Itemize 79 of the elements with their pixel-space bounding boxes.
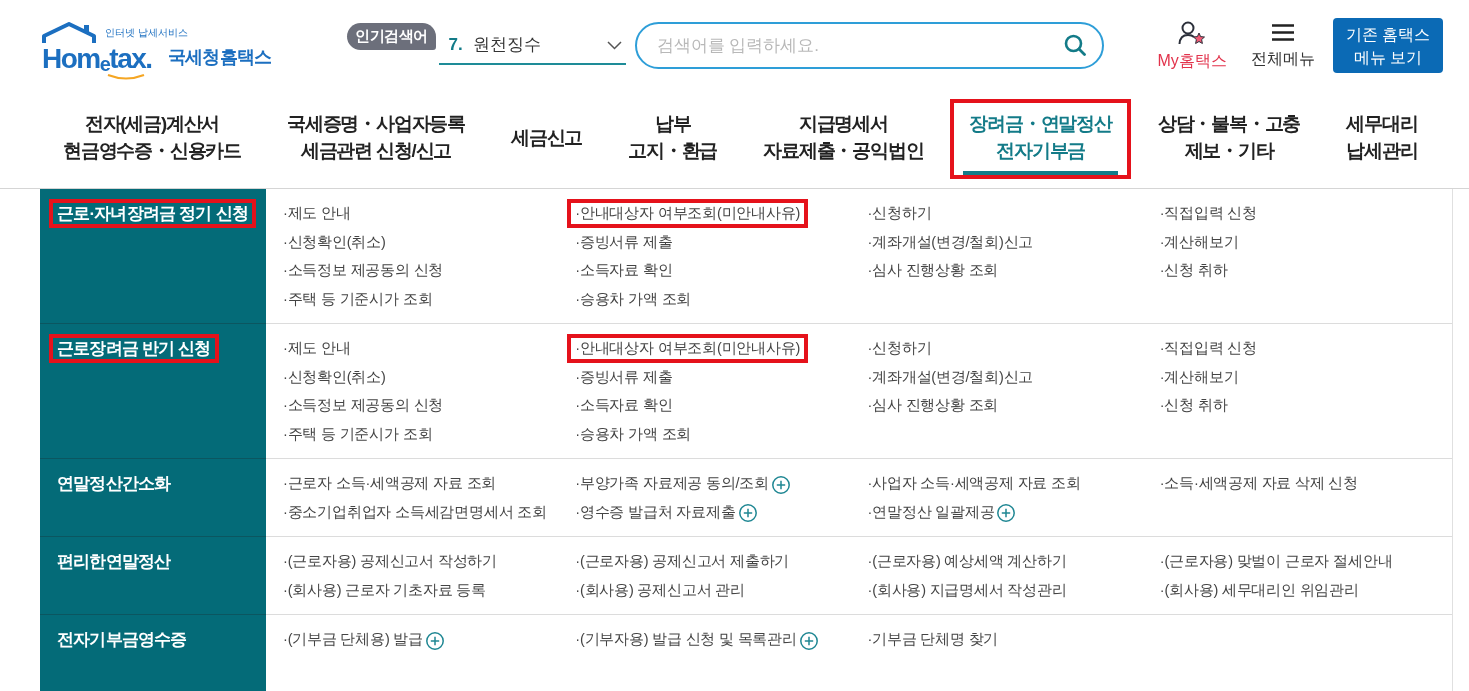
- section-title: 근로·자녀장려금 정기 신청: [57, 203, 248, 224]
- nav-tab[interactable]: 지급명세서 자료제출・공익법인: [757, 103, 930, 175]
- menu-link[interactable]: ·(근로자용) 공제신고서 작성하기: [283, 551, 497, 572]
- menu-link[interactable]: ·소득정보 제공동의 신청: [283, 260, 444, 281]
- menu-link[interactable]: ·(회사용) 세무대리인 위임관리: [1159, 579, 1359, 600]
- menu-link[interactable]: ·신청 취하: [1159, 395, 1228, 416]
- menu-link[interactable]: ·소득자료 확인: [575, 260, 673, 281]
- logo-name: 국세청홈택스: [168, 46, 272, 68]
- menu-link[interactable]: ·(기부자용) 발급 신청 및 목록관리: [575, 629, 797, 650]
- menu-link[interactable]: ·(회사용) 근로자 기초자료 등록: [283, 579, 486, 600]
- menu-link[interactable]: ·직접입력 신청: [1159, 338, 1257, 359]
- plus-circle-icon[interactable]: [799, 631, 818, 650]
- menu-link[interactable]: ·증빙서류 제출: [575, 231, 673, 252]
- menu-link[interactable]: ·제도 안내: [283, 338, 351, 359]
- menu-link[interactable]: ·신청하기: [867, 203, 932, 224]
- popular-search-dropdown[interactable]: 7. 원천징수: [438, 27, 626, 65]
- nav-tab[interactable]: 국세증명・사업자등록 세금관련 신청/신고: [281, 103, 472, 175]
- section-title: 연말정산간소화: [57, 473, 171, 494]
- nav-tab[interactable]: 장려금・연말정산 전자기부금: [963, 103, 1118, 175]
- menu-link[interactable]: ·주택 등 기준시가 조회: [283, 288, 433, 309]
- legacy-menu-button[interactable]: 기존 홈택스 메뉴 보기: [1332, 18, 1443, 73]
- menu-link[interactable]: ·계좌개설(변경/철회)신고: [867, 231, 1034, 252]
- menu-link[interactable]: ·(회사용) 공제신고서 관리: [575, 579, 745, 600]
- nav-tab[interactable]: 상담・불복・고충 제보・기타: [1151, 103, 1307, 175]
- plus-circle-icon[interactable]: [425, 631, 444, 650]
- menu-link[interactable]: ·기부금 단체명 찾기: [867, 629, 999, 650]
- menu-link[interactable]: ·사업자 소득·세액공제 자료 조회: [867, 473, 1081, 494]
- all-menu-link[interactable]: 전체메뉴: [1250, 24, 1315, 69]
- menu-link[interactable]: ·안내대상자 여부조회(미안내사유): [575, 203, 801, 224]
- menu-link[interactable]: ·직접입력 신청: [1159, 203, 1257, 224]
- logo-tagline: 인터넷 납세서비스: [105, 27, 188, 38]
- chevron-down-icon: [606, 40, 622, 50]
- menu-link[interactable]: ·(근로자용) 공제신고서 제출하기: [575, 551, 790, 572]
- menu-link[interactable]: ·소득자료 확인: [575, 395, 673, 416]
- plus-circle-icon[interactable]: [738, 504, 757, 523]
- menu-link[interactable]: ·안내대상자 여부조회(미안내사유): [575, 338, 801, 359]
- menu-link[interactable]: ·계산해보기: [1159, 366, 1239, 387]
- logo-wordmark: Hom$_{e}$tax.: [42, 44, 153, 73]
- menu-link[interactable]: ·연말정산 일괄제공: [867, 501, 995, 522]
- menu-link[interactable]: ·증빙서류 제출: [575, 366, 673, 387]
- search-button[interactable]: [1063, 34, 1086, 56]
- menu-link[interactable]: ·계좌개설(변경/철회)신고: [867, 366, 1034, 387]
- menu-link[interactable]: ·승용차 가액 조회: [575, 288, 692, 309]
- user-star-icon: [1178, 21, 1207, 45]
- menu-icon: [1271, 24, 1294, 41]
- menu-link[interactable]: ·심사 진행상황 조회: [867, 395, 999, 416]
- section-title: 근로장려금 반기 신청: [57, 338, 211, 359]
- menu-link[interactable]: ·심사 진행상황 조회: [867, 260, 999, 281]
- my-hometax-link[interactable]: My홈택스: [1157, 21, 1227, 71]
- nav-tab[interactable]: 전자(세금)계산서 현금영수증・신용카드: [57, 103, 247, 175]
- menu-link[interactable]: ·신청하기: [867, 338, 932, 359]
- section-title: 편리한연말정산: [57, 551, 171, 572]
- menu-link[interactable]: ·신청확인(취소): [283, 231, 386, 252]
- menu-link[interactable]: ·(기부금 단체용) 발급: [283, 629, 423, 650]
- nav-tab[interactable]: 세무대리 납세관리: [1340, 103, 1424, 175]
- plus-circle-icon[interactable]: [771, 475, 790, 494]
- menu-link[interactable]: ·계산해보기: [1159, 231, 1239, 252]
- section-title: 전자기부금영수증: [57, 629, 187, 650]
- menu-link[interactable]: ·신청확인(취소): [283, 366, 386, 387]
- popular-search-label: 인기검색어: [347, 23, 436, 50]
- search-field[interactable]: 검색어를 입력하세요.: [634, 22, 1104, 69]
- menu-link[interactable]: ·근로자 소득·세액공제 자료 조회: [283, 473, 497, 494]
- smile-arc-icon: [106, 74, 146, 80]
- menu-link[interactable]: ·신청 취하: [1159, 260, 1228, 281]
- nav-tab[interactable]: 세금신고: [505, 103, 589, 175]
- menu-link[interactable]: ·영수증 발급처 자료제출: [575, 501, 736, 522]
- menu-link[interactable]: ·소득정보 제공동의 신청: [283, 395, 444, 416]
- menu-link[interactable]: ·제도 안내: [283, 203, 351, 224]
- menu-link[interactable]: ·(근로자용) 예상세액 계산하기: [867, 551, 1067, 572]
- search-icon: [1063, 34, 1086, 56]
- nav-tab[interactable]: 납부 고지・환급: [622, 103, 724, 175]
- menu-link[interactable]: ·부양가족 자료제공 동의/조회: [575, 473, 769, 494]
- menu-link[interactable]: ·(회사용) 지급명세서 작성관리: [867, 579, 1067, 600]
- menu-link[interactable]: ·승용차 가액 조회: [575, 423, 692, 444]
- menu-link[interactable]: ·주택 등 기준시가 조회: [283, 423, 433, 444]
- plus-circle-icon[interactable]: [997, 504, 1016, 523]
- menu-link[interactable]: ·중소기업취업자 소득세감면명세서 조회: [283, 501, 547, 522]
- menu-link[interactable]: ·소득·세액공제 자료 삭제 신청: [1159, 473, 1359, 494]
- menu-link[interactable]: ·(근로자용) 맞벌이 근로자 절세안내: [1159, 551, 1393, 572]
